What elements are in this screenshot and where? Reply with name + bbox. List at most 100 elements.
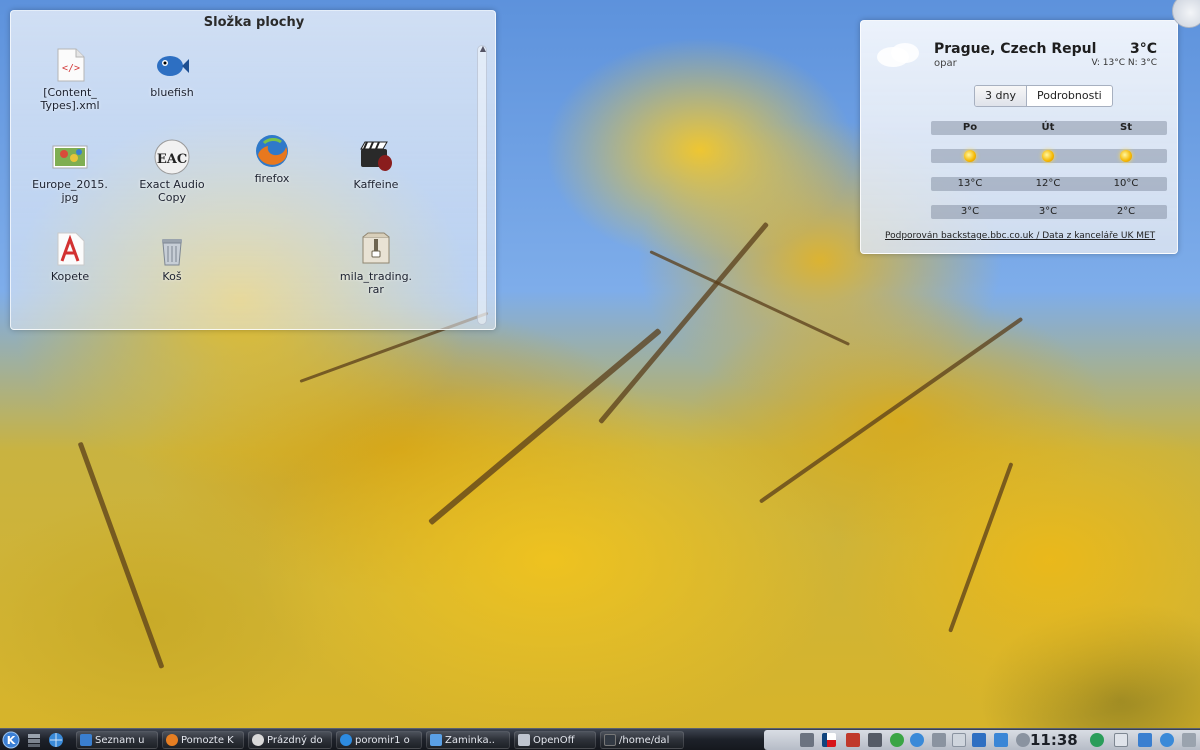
network-icon[interactable]: [910, 733, 924, 747]
day-label: Út: [1041, 122, 1055, 133]
desktop-icon-label: Koš: [162, 270, 182, 283]
svg-text:K: K: [7, 734, 16, 747]
kget-icon[interactable]: [1138, 733, 1152, 747]
weather-current-temperature: 3°C: [1129, 41, 1157, 57]
desktop-icon-label: bluefish: [150, 86, 194, 99]
desktop-icon-kopete[interactable]: Kopete: [27, 231, 113, 283]
browser-launcher-icon[interactable]: [48, 731, 68, 749]
download-manager-icon[interactable]: [972, 733, 986, 747]
bluefish-icon: [154, 47, 190, 83]
desktop-icon-label: Exact Audio Copy: [139, 178, 205, 204]
task-button[interactable]: Zaminka..: [426, 731, 510, 749]
firefox-icon: [254, 133, 290, 169]
xml-file-icon: </>: [52, 47, 88, 83]
archive-file-icon: [358, 231, 394, 267]
sun-icon: [1087, 149, 1165, 162]
weather-lows-row: 3°C 3°C 2°C: [931, 205, 1167, 219]
desktop-icon-label: mila_trading. rar: [339, 270, 413, 296]
desktop-icon-europe-2015[interactable]: Europe_2015. jpg: [27, 139, 113, 204]
task-app-icon: [340, 734, 352, 746]
globe-icon[interactable]: [1090, 733, 1104, 747]
printer-icon[interactable]: [868, 733, 882, 747]
kaffeine-icon: [358, 139, 394, 175]
volume-icon[interactable]: [800, 733, 814, 747]
trash-icon: [154, 231, 190, 267]
high-temperature: 12°C: [1035, 178, 1061, 189]
notifications-icon[interactable]: [1016, 733, 1030, 747]
task-button[interactable]: /home/dal: [600, 731, 684, 749]
desktop-icon-label: [Content_ Types].xml: [40, 86, 100, 112]
task-label: Seznam u: [95, 734, 145, 746]
desktop-icon-content-types[interactable]: </> [Content_ Types].xml: [27, 47, 113, 112]
task-app-icon: [604, 734, 616, 746]
weather-highs-row: 13°C 12°C 10°C: [931, 177, 1167, 191]
desktop-icon-firefox[interactable]: firefox: [229, 133, 315, 185]
weather-days-row: Po Út St: [931, 121, 1167, 135]
kde-activities-icon[interactable]: [1160, 733, 1174, 747]
desktop-icon-label: Kaffeine: [353, 178, 399, 191]
klipper-icon[interactable]: [932, 733, 946, 747]
weather-min-max: V: 13°C N: 3°C: [1091, 58, 1157, 68]
folder-view-scrollbar[interactable]: ▲: [477, 44, 488, 325]
desktop-icon-bluefish[interactable]: bluefish: [129, 47, 215, 99]
task-label: /home/dal: [619, 734, 670, 746]
low-temperature: 3°C: [1038, 206, 1058, 217]
tab-3-days[interactable]: 3 dny: [975, 86, 1027, 106]
desktop-icon-exact-audio-copy[interactable]: EAC Exact Audio Copy: [129, 139, 215, 204]
folder-view-widget[interactable]: Složka plochy ▲ </> [Content_ Types].xml…: [10, 10, 496, 330]
task-app-icon: [166, 734, 178, 746]
task-button[interactable]: poromir1 o: [336, 731, 422, 749]
task-label: Pomozte K: [181, 734, 234, 746]
eac-icon: EAC: [154, 139, 190, 175]
task-button[interactable]: Pomozte K: [162, 731, 244, 749]
svg-text:</>: </>: [62, 63, 80, 74]
desktop-icon-mila-trading[interactable]: mila_trading. rar: [333, 231, 419, 296]
weather-icons-row: [931, 149, 1167, 163]
day-label: Po: [962, 122, 978, 133]
task-app-icon: [80, 734, 92, 746]
sun-icon: [931, 149, 1009, 162]
keyboard-layout-icon[interactable]: [822, 733, 836, 747]
taskbar: K Seznam u Pomozte K Prázdný do poromir1…: [0, 728, 1200, 750]
high-temperature: 13°C: [957, 178, 983, 189]
task-label: Prázdný do: [267, 734, 323, 746]
kde-menu-icon[interactable]: K: [2, 731, 22, 749]
low-temperature: 2°C: [1116, 206, 1136, 217]
system-tray: 11:38: [764, 730, 1200, 750]
weather-city: Prague, Czech Repul: [934, 41, 1097, 57]
folder-view-title: Složka plochy: [203, 15, 305, 30]
task-label: OpenOff: [533, 734, 575, 746]
task-button[interactable]: OpenOff: [514, 731, 596, 749]
task-app-icon: [252, 734, 264, 746]
image-file-icon: [52, 139, 88, 175]
show-desktop-icon[interactable]: [26, 731, 44, 749]
task-app-icon: [430, 734, 442, 746]
desktop-icon-kaffeine[interactable]: Kaffeine: [333, 139, 419, 191]
high-temperature: 10°C: [1113, 178, 1139, 189]
mail-icon[interactable]: [1114, 733, 1128, 747]
sun-icon: [1009, 149, 1087, 162]
weather-widget[interactable]: Prague, Czech Repul 3°C opar V: 13°C N: …: [860, 20, 1178, 254]
task-button[interactable]: Seznam u: [76, 731, 158, 749]
weather-credit-link[interactable]: Podporován backstage.bbc.co.uk / Data z …: [885, 231, 1173, 241]
weather-condition-icon: [873, 35, 923, 71]
mail-notifier-icon[interactable]: [846, 733, 860, 747]
desktop-icon-label: Kopete: [50, 270, 90, 283]
notes-icon[interactable]: [952, 733, 966, 747]
low-temperature: 3°C: [960, 206, 980, 217]
task-app-icon: [518, 734, 530, 746]
tab-details[interactable]: Podrobnosti: [1027, 86, 1112, 106]
scroll-up-arrow-icon[interactable]: ▲: [478, 44, 488, 54]
battery-icon[interactable]: [994, 733, 1008, 747]
task-label: poromir1 o: [355, 734, 410, 746]
weather-tab-bar: 3 dny Podrobnosti: [974, 85, 1113, 107]
desktop-icon-label: Europe_2015. jpg: [32, 178, 108, 204]
updates-ok-icon[interactable]: [890, 733, 904, 747]
clock[interactable]: 11:38: [1030, 731, 1078, 749]
desktop-icon-label: firefox: [254, 172, 290, 185]
weather-condition-text: opar: [934, 58, 957, 69]
panel-toolbox-icon[interactable]: [1182, 733, 1196, 747]
task-button[interactable]: Prázdný do: [248, 731, 332, 749]
kopete-icon: [52, 231, 88, 267]
desktop-icon-trash[interactable]: Koš: [129, 231, 215, 283]
